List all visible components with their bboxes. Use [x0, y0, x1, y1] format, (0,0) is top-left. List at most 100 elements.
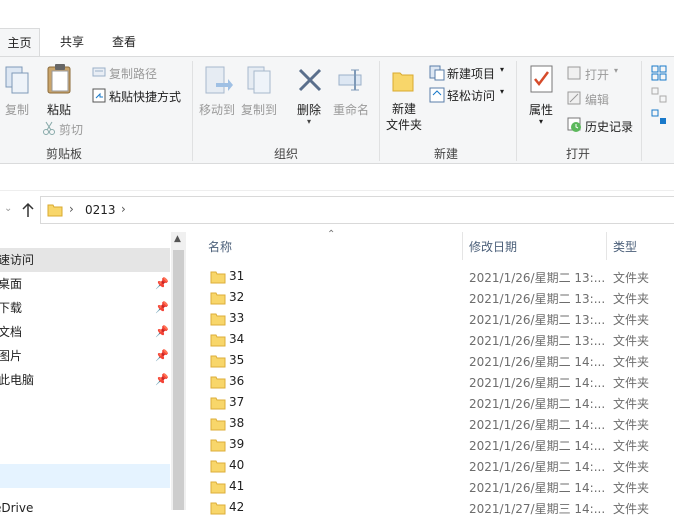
- nav-item-label: 文档: [0, 325, 23, 339]
- address-bar[interactable]: › 0213 ›: [40, 196, 674, 224]
- copy-path-button[interactable]: 复制路径: [109, 65, 157, 82]
- file-date: 2021/1/26/星期二 14:...: [469, 418, 606, 432]
- invert-selection-icon[interactable]: [651, 109, 667, 128]
- open-button[interactable]: 打开: [585, 66, 609, 83]
- pin-icon: 📌: [155, 349, 169, 362]
- select-none-icon[interactable]: [651, 87, 667, 106]
- file-row[interactable]: 32 2021/1/26/星期二 13:... 文件夹: [200, 287, 674, 308]
- column-divider[interactable]: [462, 232, 463, 260]
- file-row[interactable]: 36 2021/1/26/星期二 14:... 文件夹: [200, 371, 674, 392]
- nav-scrollbar-thumb[interactable]: [173, 250, 184, 510]
- file-row[interactable]: 31 2021/1/26/星期二 13:... 文件夹: [200, 266, 674, 287]
- file-type: 文件夹: [613, 271, 650, 285]
- folder-icon: [210, 417, 226, 434]
- paste-shortcut-button[interactable]: 粘贴快捷方式: [109, 88, 181, 105]
- copy-to-button[interactable]: 复制到: [240, 101, 278, 118]
- scroll-up-arrow-icon[interactable]: ▲: [174, 234, 181, 244]
- select-all-icon[interactable]: [651, 65, 667, 84]
- file-date: 2021/1/27/星期三 14:...: [469, 502, 606, 516]
- sort-ascending-icon: ⌃: [327, 229, 336, 240]
- new-item-icon: [429, 65, 445, 84]
- folder-icon: [210, 396, 226, 413]
- nav-downloads[interactable]: 下载 📌: [0, 296, 170, 320]
- history-button[interactable]: 历史记录: [585, 118, 633, 135]
- folder-icon: [210, 459, 226, 476]
- file-row[interactable]: 33 2021/1/26/星期二 13:... 文件夹: [200, 308, 674, 329]
- chevron-down-icon: ▾: [500, 87, 505, 96]
- file-row[interactable]: 34 2021/1/26/星期二 13:... 文件夹: [200, 329, 674, 350]
- folder-icon: [210, 333, 226, 350]
- open-icon: [567, 66, 581, 83]
- cut-button[interactable]: 剪切: [59, 121, 83, 138]
- file-date: 2021/1/26/星期二 13:...: [469, 334, 606, 348]
- nav-pictures[interactable]: 图片 📌: [0, 344, 170, 368]
- tab-home[interactable]: 主页: [0, 28, 40, 56]
- file-row[interactable]: 41 2021/1/26/星期二 14:... 文件夹: [200, 476, 674, 497]
- column-divider[interactable]: [606, 232, 607, 260]
- move-to-button[interactable]: 移动到: [198, 101, 236, 118]
- file-type: 文件夹: [613, 376, 650, 390]
- chevron-down-icon: ▾: [539, 117, 544, 126]
- breadcrumb-folder[interactable]: 0213: [85, 203, 116, 217]
- tab-view[interactable]: 查看: [104, 28, 144, 56]
- ribbon: 复制 粘贴 复制路径 粘贴快捷方式 剪切 剪贴板 移动到 复制到 删除 ▾ 重命…: [0, 56, 674, 164]
- delete-button[interactable]: 删除: [292, 101, 326, 118]
- folder-icon: [210, 480, 226, 497]
- title-bar: [0, 0, 674, 28]
- nav-desktop[interactable]: 桌面 📌: [0, 272, 170, 296]
- file-row[interactable]: 35 2021/1/26/星期二 14:... 文件夹: [200, 350, 674, 371]
- rename-button[interactable]: 重命名: [330, 101, 372, 118]
- tab-share[interactable]: 共享: [52, 28, 92, 56]
- file-name: 32: [229, 290, 245, 304]
- file-row[interactable]: 39 2021/1/26/星期二 14:... 文件夹: [200, 434, 674, 455]
- file-type: 文件夹: [613, 460, 650, 474]
- properties-button[interactable]: 属性: [524, 101, 558, 118]
- nav-quick-access[interactable]: 速访问: [0, 248, 170, 272]
- folder-icon: [210, 312, 226, 329]
- file-row[interactable]: 40 2021/1/26/星期二 14:... 文件夹: [200, 455, 674, 476]
- new-folder-label-line2: 文件夹: [385, 118, 422, 132]
- file-type: 文件夹: [613, 397, 650, 411]
- paste-button[interactable]: 粘贴: [42, 101, 76, 118]
- file-date: 2021/1/26/星期二 14:...: [469, 481, 606, 495]
- copy-button[interactable]: 复制: [2, 101, 32, 118]
- pin-icon: 📌: [155, 277, 169, 290]
- toolbar-gap: [0, 164, 674, 191]
- column-header-name[interactable]: 名称: [208, 238, 232, 255]
- file-name: 35: [229, 353, 245, 367]
- nav-item-label: 此电脑: [0, 373, 35, 387]
- file-name: 38: [229, 416, 245, 430]
- file-date: 2021/1/26/星期二 14:...: [469, 460, 606, 474]
- up-arrow-icon[interactable]: [20, 200, 36, 220]
- nav-hover-item[interactable]: [0, 464, 170, 488]
- easy-access-icon: [429, 87, 445, 106]
- recent-locations-chevron-icon[interactable]: ⌄: [4, 203, 12, 214]
- breadcrumb-separator: ›: [69, 202, 74, 216]
- file-date: 2021/1/26/星期二 13:...: [469, 292, 606, 306]
- cut-icon: [42, 121, 56, 138]
- file-date: 2021/1/26/星期二 14:...: [469, 376, 606, 390]
- folder-icon: [210, 438, 226, 455]
- easy-access-button[interactable]: 轻松访问: [447, 87, 495, 104]
- nav-onedrive[interactable]: eDrive: [0, 496, 170, 520]
- file-row[interactable]: 37 2021/1/26/星期二 14:... 文件夹: [200, 392, 674, 413]
- file-type: 文件夹: [613, 355, 650, 369]
- new-item-button[interactable]: 新建项目: [447, 65, 495, 82]
- file-row[interactable]: 42 2021/1/27/星期三 14:... 文件夹: [200, 497, 674, 518]
- chevron-down-icon: ▾: [500, 65, 505, 74]
- breadcrumb-separator[interactable]: ›: [121, 202, 126, 216]
- pin-icon: 📌: [155, 325, 169, 338]
- nav-this-pc[interactable]: 此电脑 📌: [0, 368, 170, 392]
- file-name: 31: [229, 269, 245, 283]
- column-header-date[interactable]: 修改日期: [469, 238, 517, 255]
- column-header-type[interactable]: 类型: [613, 238, 637, 255]
- new-folder-button[interactable]: 新建 文件夹: [384, 101, 424, 133]
- clipboard-group-label: 剪贴板: [46, 147, 83, 161]
- edit-button[interactable]: 编辑: [585, 91, 609, 108]
- rename-icon: [337, 67, 367, 96]
- paste-icon: [45, 63, 75, 100]
- edit-icon: [567, 91, 581, 108]
- file-row[interactable]: 38 2021/1/26/星期二 14:... 文件夹: [200, 413, 674, 434]
- file-type: 文件夹: [613, 439, 650, 453]
- nav-documents[interactable]: 文档 📌: [0, 320, 170, 344]
